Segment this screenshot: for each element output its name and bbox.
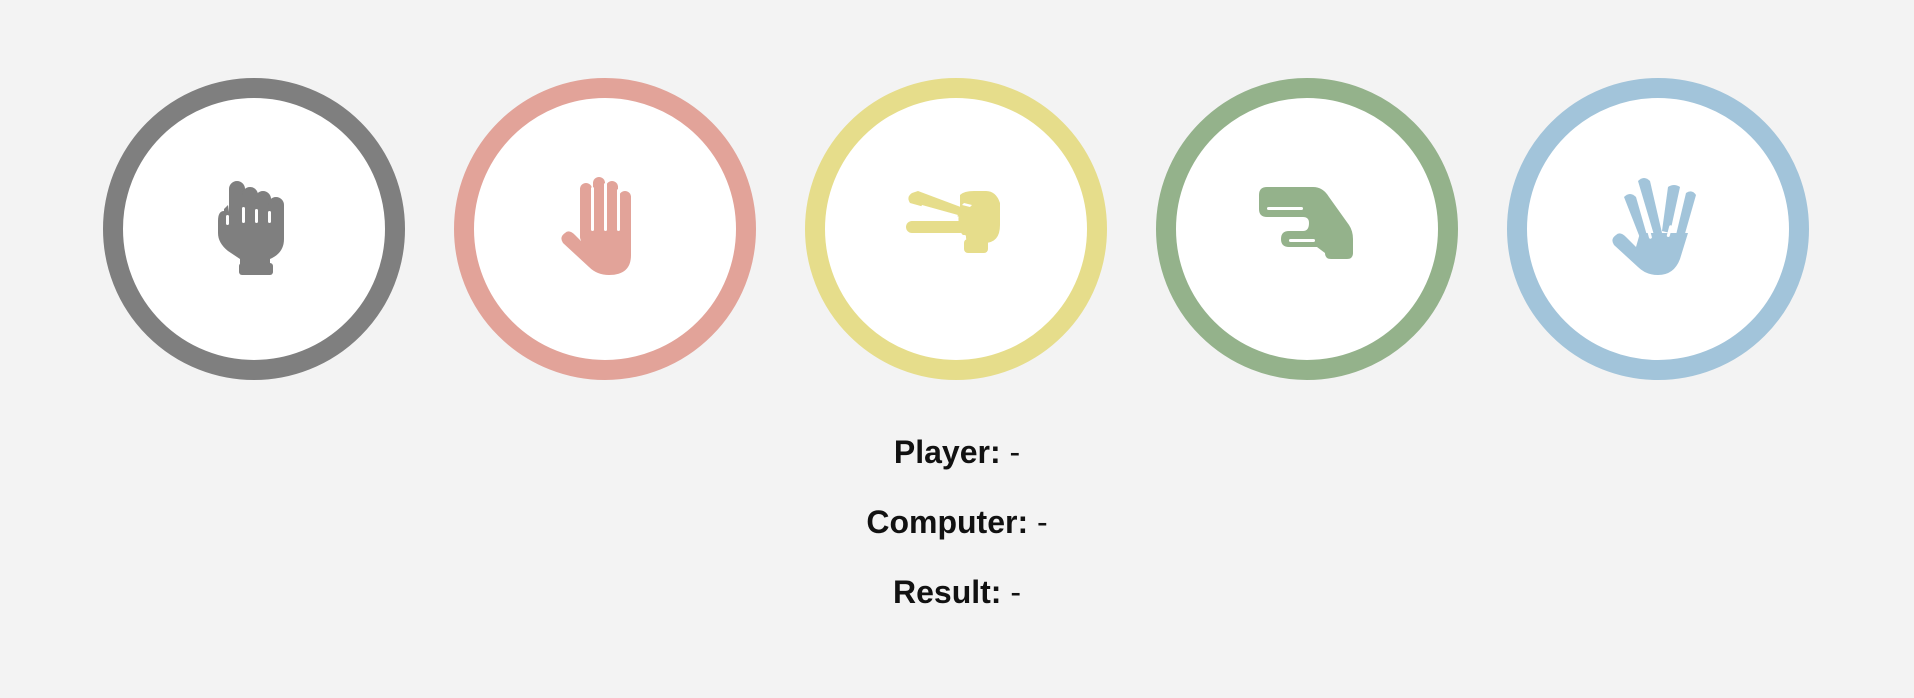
scissors-button[interactable] <box>805 78 1107 380</box>
lizard-button[interactable] <box>1156 78 1458 380</box>
hand-spock-icon <box>1612 178 1696 275</box>
hand-scissors-icon <box>906 191 1000 253</box>
hand-rock-icon <box>218 181 284 275</box>
player-label: Player: <box>893 434 1001 470</box>
hand-lizard-icon <box>1259 187 1353 259</box>
rock-button[interactable] <box>103 78 405 380</box>
spock-button[interactable] <box>1507 78 1809 380</box>
result-value: - <box>1010 574 1021 610</box>
player-choice-status: Player: - <box>0 432 1914 472</box>
player-value: - <box>1009 434 1021 470</box>
computer-label: Computer: <box>866 504 1029 540</box>
result-label: Result: <box>893 574 1002 610</box>
computer-value: - <box>1037 504 1048 540</box>
computer-choice-status: Computer: - <box>0 502 1914 542</box>
result-status: Result: - <box>0 572 1914 612</box>
hand-paper-icon <box>561 177 631 275</box>
choice-buttons <box>0 78 1914 380</box>
paper-button[interactable] <box>454 78 756 380</box>
